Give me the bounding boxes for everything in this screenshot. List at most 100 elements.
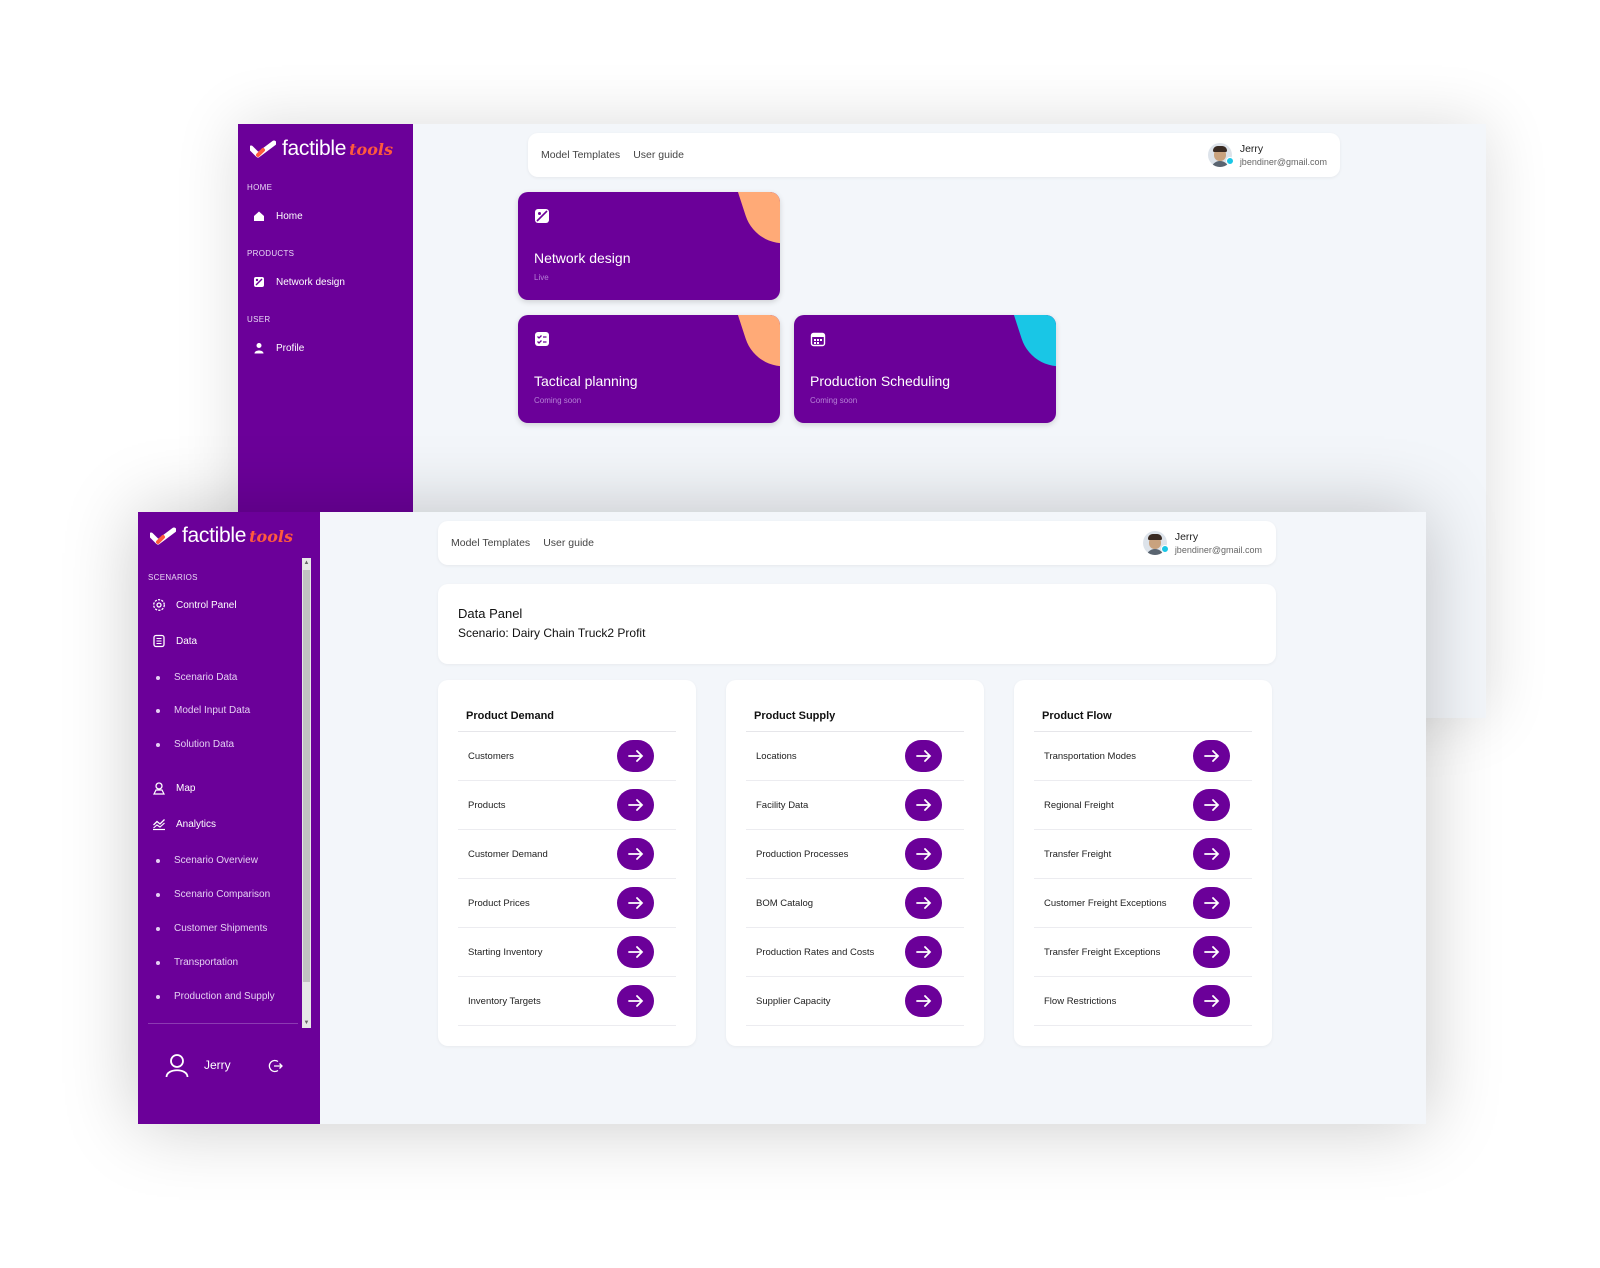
sidebar-item-label: Scenario Data — [174, 672, 238, 683]
sidebar-scrollbar[interactable]: ▲ ▼ — [302, 558, 311, 1028]
list-item[interactable]: Inventory Targets — [458, 977, 676, 1026]
chart-line-icon — [152, 817, 166, 831]
arrow-right-button[interactable] — [905, 887, 942, 919]
sidebar-item-profile[interactable]: Profile — [252, 341, 304, 355]
sidebar-subitem-transportation[interactable]: Transportation — [156, 957, 238, 968]
user-outline-icon — [164, 1052, 190, 1078]
column-product-demand: Product Demand Customers Products Custom… — [438, 680, 696, 1046]
sidebar-item-label: Model Input Data — [174, 705, 251, 716]
data-panel-header: Data Panel Scenario: Dairy Chain Truck2 … — [438, 584, 1276, 664]
arrow-right-button[interactable] — [617, 789, 654, 821]
list-item[interactable]: Supplier Capacity — [746, 977, 964, 1026]
arrow-right-button[interactable] — [1193, 838, 1230, 870]
arrow-right-button[interactable] — [1193, 887, 1230, 919]
list-item[interactable]: Customers — [458, 732, 676, 781]
link-model-templates[interactable]: Model Templates — [451, 537, 530, 549]
list-item[interactable]: Locations — [746, 732, 964, 781]
list-item[interactable]: Production Rates and Costs — [746, 928, 964, 977]
list-item[interactable]: Customer Demand — [458, 830, 676, 879]
list-item[interactable]: Transfer Freight — [1034, 830, 1252, 879]
list-item[interactable]: Regional Freight — [1034, 781, 1252, 830]
list-item[interactable]: BOM Catalog — [746, 879, 964, 928]
product-card-production-scheduling[interactable]: Production Scheduling Coming soon — [794, 315, 1056, 423]
sidebar-subitem-solution-data[interactable]: Solution Data — [156, 739, 234, 750]
scroll-down-icon[interactable]: ▼ — [302, 1018, 311, 1028]
arrow-right-button[interactable] — [905, 789, 942, 821]
arrow-right-button[interactable] — [1193, 789, 1230, 821]
sidebar-item-map[interactable]: Map — [152, 781, 195, 795]
arrow-right-button[interactable] — [905, 936, 942, 968]
product-card-network-design[interactable]: Network design Live — [518, 192, 780, 300]
sidebar-item-analytics[interactable]: Analytics — [152, 817, 216, 831]
arrow-right-button[interactable] — [905, 838, 942, 870]
section-label-home: HOME — [247, 183, 273, 192]
product-card-tactical-planning[interactable]: Tactical planning Coming soon — [518, 315, 780, 423]
arrow-right-button[interactable] — [1193, 740, 1230, 772]
link-user-guide[interactable]: User guide — [633, 149, 684, 161]
bullet-dot — [156, 960, 160, 965]
scenario-name: Scenario: Dairy Chain Truck2 Profit — [458, 626, 646, 640]
arrow-right-button[interactable] — [617, 740, 654, 772]
list-item[interactable]: Customer Freight Exceptions — [1034, 879, 1252, 928]
brand-word: factible — [282, 137, 347, 160]
user-menu[interactable]: Jerry jbendiner@gmail.com — [1142, 531, 1262, 555]
arrow-right-button[interactable] — [905, 985, 942, 1017]
list-item[interactable]: Starting Inventory — [458, 928, 676, 977]
sidebar-footer-user[interactable]: Jerry — [164, 1052, 231, 1078]
sidebar-item-control-panel[interactable]: Control Panel — [152, 598, 237, 612]
sidebar-item-label: Scenario Overview — [174, 855, 258, 866]
list-item[interactable]: Product Prices — [458, 879, 676, 928]
sidebar-item-label: Production and Supply — [174, 991, 275, 1002]
section-label-scenarios: SCENARIOS — [148, 573, 198, 582]
arrow-right-button[interactable] — [617, 838, 654, 870]
arrow-right-button[interactable] — [617, 936, 654, 968]
arrow-right-button[interactable] — [1193, 936, 1230, 968]
sidebar-subitem-scenario-overview[interactable]: Scenario Overview — [156, 855, 258, 866]
sidebar-item-label: Solution Data — [174, 739, 235, 750]
sidebar-item-data[interactable]: Data — [152, 634, 197, 648]
sidebar-item-home[interactable]: Home — [252, 209, 303, 223]
online-status-dot — [1225, 157, 1234, 165]
brand-logo[interactable]: factible tools — [250, 137, 393, 161]
list-item[interactable]: Products — [458, 781, 676, 830]
calendar-icon — [810, 331, 826, 347]
sidebar-subitem-production-and-supply[interactable]: Production and Supply — [156, 991, 275, 1002]
user-email: jbendiner@gmail.com — [1239, 157, 1327, 167]
sidebar-subitem-scenario-comparison[interactable]: Scenario Comparison — [156, 889, 270, 900]
sidebar-item-label: Analytics — [176, 818, 217, 830]
sidebar-item-network-design[interactable]: Network design — [252, 275, 345, 289]
user-menu[interactable]: Jerry jbendiner@gmail.com — [1207, 143, 1327, 167]
column-title: Product Demand — [466, 710, 555, 722]
sidebar-subitem-scenario-data[interactable]: Scenario Data — [156, 672, 237, 683]
logout-icon[interactable] — [268, 1058, 284, 1079]
top-nav-bar: Model Templates User guide Jerry jbendin… — [438, 521, 1276, 565]
arrow-right-button[interactable] — [905, 740, 942, 772]
list-item[interactable]: Transfer Freight Exceptions — [1034, 928, 1252, 977]
sidebar-subitem-customer-shipments[interactable]: Customer Shipments — [156, 923, 267, 934]
scroll-thumb[interactable] — [303, 570, 310, 982]
sidebar-divider — [148, 1023, 298, 1024]
sidebar-subitem-model-input-data[interactable]: Model Input Data — [156, 705, 250, 716]
card-status: Live — [534, 273, 549, 282]
arrow-right-button[interactable] — [617, 887, 654, 919]
sidebar: factible tools SCENARIOS Control Panel D… — [138, 512, 320, 1124]
arrow-right-button[interactable] — [617, 985, 654, 1017]
column-title: Product Flow — [1042, 710, 1112, 722]
arrow-right-button[interactable] — [1193, 985, 1230, 1017]
link-user-guide[interactable]: User guide — [543, 537, 594, 549]
card-status: Coming soon — [534, 396, 582, 405]
link-model-templates[interactable]: Model Templates — [541, 149, 620, 161]
checklist-icon — [534, 331, 550, 347]
sidebar-item-label: Customer Shipments — [174, 923, 268, 934]
scroll-up-icon[interactable]: ▲ — [302, 558, 311, 568]
sidebar-item-label: Transportation — [174, 957, 239, 968]
sidebar-item-label: Map — [176, 782, 196, 794]
brand-word: factible — [182, 524, 247, 547]
brand-logo[interactable]: factible tools — [150, 524, 293, 548]
list-item[interactable]: Transportation Modes — [1034, 732, 1252, 781]
list-item[interactable]: Facility Data — [746, 781, 964, 830]
list-item[interactable]: Production Processes — [746, 830, 964, 879]
gear-icon — [152, 598, 166, 612]
page-title: Data Panel — [458, 606, 523, 621]
list-item[interactable]: Flow Restrictions — [1034, 977, 1252, 1026]
